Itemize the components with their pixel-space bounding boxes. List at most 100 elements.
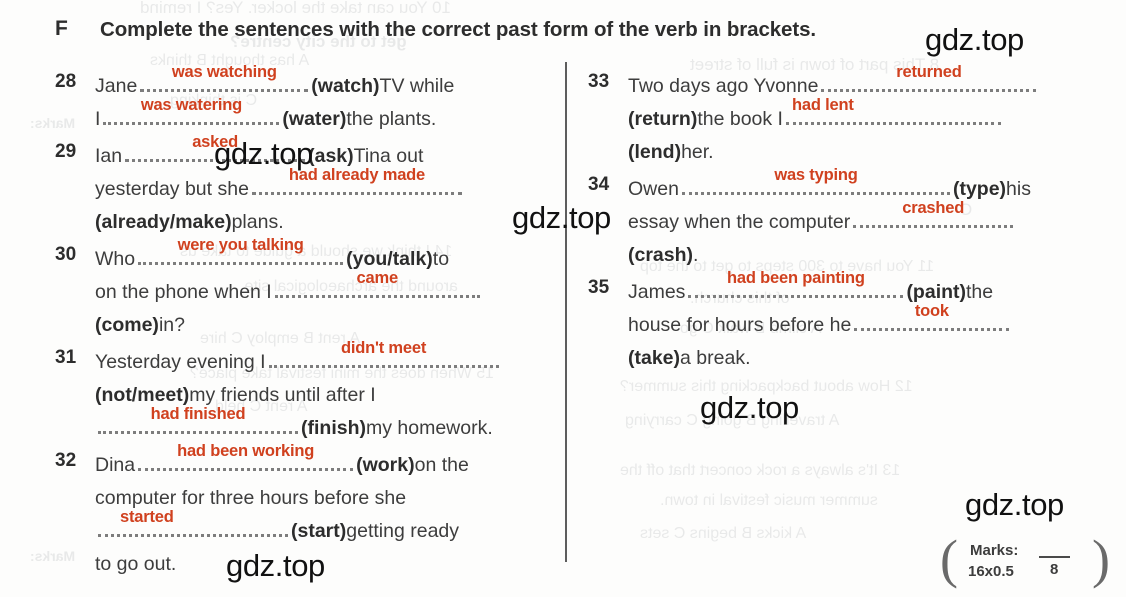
sentence-line: (lend) her. (628, 136, 1088, 169)
handwritten-answer: had finished (150, 405, 246, 423)
sentence-line: Dina had been working (work) on the (95, 442, 555, 482)
exercise-item: 33 Two days ago Yvonne returned (return) t… (588, 63, 1088, 169)
sentence-text: the (966, 281, 994, 303)
sentence-text: his (1006, 178, 1031, 200)
watermark: gdz.top (214, 136, 313, 171)
sentence-line: Who were you talking (you/talk) to (95, 236, 555, 276)
answer-blank[interactable]: had lent (785, 96, 1001, 125)
verb-prompt: (lend) (628, 141, 682, 163)
sentence-text: Jane (95, 75, 138, 97)
verb-prompt: (work) (356, 454, 415, 476)
answer-blank[interactable]: didn't meet (268, 339, 499, 368)
sentence-line: Two days ago Yvonne returned (628, 63, 1088, 103)
sentence-line: (already/make) plans. (95, 206, 555, 239)
sentence-line: (return) the book I had lent (628, 96, 1088, 136)
item-body: James had been painting (paint) the house … (628, 269, 1088, 375)
sentence-line: (take) a break. (628, 342, 1088, 375)
sentence-line: (come) in? (95, 309, 555, 342)
handwritten-answer: had been working (177, 442, 315, 460)
marks-fraction-bar (1039, 556, 1070, 558)
item-body: Ian asked (ask) Tina out yesterday but she… (95, 133, 555, 239)
verb-prompt: (watch) (311, 75, 380, 97)
handwritten-answer: crashed (902, 199, 965, 217)
sentence-text: yesterday but she (95, 178, 249, 200)
sentence-line: I was watering (water) the plants. (95, 96, 555, 136)
answer-blank[interactable]: returned (821, 63, 1037, 92)
verb-prompt: (crash) (628, 244, 694, 266)
sentence-line: James had been painting (paint) the (628, 269, 1088, 309)
item-body: Jane was watching (watch) TV while I was w… (95, 63, 555, 136)
sentence-text: house for hours before he (628, 314, 852, 336)
answer-blank[interactable]: had already made (251, 166, 462, 195)
exercise-instruction: Complete the sentences with the correct … (100, 18, 816, 41)
sentence-text: Ian (95, 145, 123, 167)
handwritten-answer: returned (896, 63, 962, 81)
handwritten-answer: took (914, 302, 949, 320)
handwritten-answer: came (356, 269, 399, 287)
answer-blank[interactable]: took (854, 302, 1010, 331)
handwritten-answer: had been painting (727, 269, 865, 287)
item-number: 30 (55, 244, 77, 265)
marks-box: ( ) Marks: 16x0.5 8 (940, 532, 1110, 592)
item-number: 33 (588, 71, 610, 92)
sentence-line: started (start) getting ready (95, 508, 555, 548)
sentence-text: Who (95, 248, 136, 270)
handwritten-answer: started (120, 508, 174, 526)
answer-blank[interactable]: was watering (103, 96, 280, 125)
item-body: Dina had been working (work) on the comput… (95, 442, 555, 581)
answer-blank[interactable]: were you talking (138, 236, 344, 265)
handwritten-answer: didn't meet (341, 339, 427, 357)
watermark: gdz.top (226, 548, 325, 583)
sentence-text: . (693, 244, 699, 266)
sentence-text: in? (158, 314, 185, 336)
watermark: gdz.top (925, 22, 1024, 57)
answer-blank[interactable]: started (98, 508, 288, 537)
marks-label: Marks: (970, 542, 1019, 559)
sentence-text: James (628, 281, 686, 303)
sentence-text: to go out. (95, 553, 177, 575)
item-number: 31 (55, 347, 77, 368)
sentence-text: on the phone when I (95, 281, 272, 303)
marks-denominator: 16x0.5 (968, 563, 1014, 580)
ghost-text: summer music festival in town. (660, 492, 878, 509)
item-body: Yesterday evening I didn't meet (not/meet… (95, 339, 555, 445)
exercise-item: 30 Who were you talking (you/talk) to on th… (55, 236, 555, 342)
watermark: gdz.top (700, 390, 799, 425)
worksheet-page: 10 You can take the locker. Yes? I remin… (0, 0, 1126, 597)
handwritten-answer: was typing (774, 166, 858, 184)
sentence-line: house for hours before he took (628, 302, 1088, 342)
answer-blank[interactable]: had finished (98, 405, 298, 434)
marks-numerator: 8 (1050, 561, 1059, 578)
item-body: Owen was typing (type) his essay when the … (628, 166, 1088, 272)
section-letter: F (55, 17, 68, 40)
sentence-text: Two days ago Yvonne (628, 75, 819, 97)
handwritten-answer: was watching (171, 63, 277, 81)
watermark: gdz.top (512, 200, 611, 235)
verb-prompt: (water) (282, 108, 347, 130)
sentence-text: on the (414, 454, 469, 476)
verb-prompt: (start) (291, 520, 347, 542)
item-body: Two days ago Yvonne returned (return) the… (628, 63, 1088, 169)
answer-blank[interactable]: had been working (138, 442, 354, 471)
right-column: 33 Two days ago Yvonne returned (return) t… (588, 63, 1088, 379)
sentence-text: my homework. (365, 417, 493, 439)
item-number: 29 (55, 141, 77, 162)
marks-left-paren: ( (940, 529, 958, 589)
sentence-line: yesterday but she had already made (95, 166, 555, 206)
item-number: 32 (55, 450, 77, 471)
column-divider (565, 62, 567, 562)
sentence-line: Yesterday evening I didn't meet (95, 339, 555, 379)
sentence-text: Dina (95, 454, 136, 476)
sentence-line: Owen was typing (type) his (628, 166, 1088, 206)
verb-prompt: (return) (628, 108, 698, 130)
item-number: 35 (588, 277, 610, 298)
sentence-line: on the phone when I came (95, 269, 555, 309)
answer-blank[interactable]: crashed (853, 199, 1014, 228)
sentence-text: essay when the computer (628, 211, 851, 233)
answer-blank[interactable]: came (274, 269, 480, 298)
watermark: gdz.top (965, 487, 1064, 522)
sentence-text: TV while (379, 75, 455, 97)
marks-right-paren: ) (1092, 529, 1110, 589)
sentence-text: Owen (628, 178, 679, 200)
answer-blank[interactable]: had been painting (688, 269, 904, 298)
